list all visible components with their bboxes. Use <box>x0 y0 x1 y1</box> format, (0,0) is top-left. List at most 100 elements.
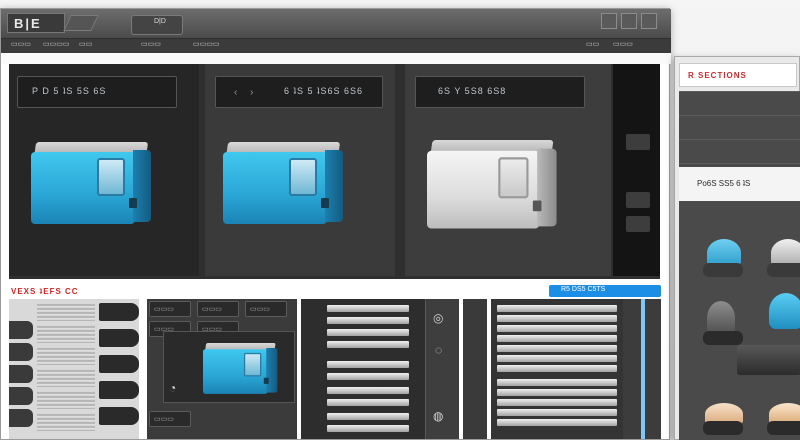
spec-list-panel: ◎ ◌ ◍ <box>301 299 459 439</box>
preview-tab-6[interactable]: ▭▭▭ <box>149 411 191 427</box>
product-label-2: 6 ʇS 5 ʇS6S 6S6 <box>284 86 364 96</box>
part-arrow-4[interactable] <box>99 381 139 399</box>
part-arrow-3[interactable] <box>99 355 139 373</box>
side-row-3[interactable] <box>679 139 800 163</box>
spec-row-9 <box>327 413 409 420</box>
part-cyan-base <box>703 263 743 277</box>
list-tab-3[interactable] <box>9 365 33 383</box>
part-row-1[interactable] <box>37 303 95 321</box>
scroll-icon[interactable]: ◍ <box>433 409 443 423</box>
part-arrow-5[interactable] <box>99 407 139 425</box>
detail-row-7 <box>497 365 617 372</box>
product-label-1: P D 5 ʇS 5S 6S <box>32 86 107 96</box>
device-button <box>263 377 269 384</box>
app-logo: B|E <box>7 13 65 33</box>
device-image-2 <box>223 142 345 224</box>
product-header-2[interactable]: ‹ › 6 ʇS 5 ʇS6S 6S6 <box>215 76 383 108</box>
part-row-6[interactable] <box>37 413 95 431</box>
spec-row-3 <box>327 329 409 336</box>
spec-row-8 <box>327 399 409 406</box>
list-tab-1[interactable] <box>9 321 33 339</box>
menu-item-1[interactable]: ▭▭▭ <box>11 40 31 48</box>
part-row-2[interactable] <box>37 325 95 343</box>
desktop: B|E D|D ▭▭▭ ▭▭▭▭ ▭▭ ▭▭▭ ▭▭▭▭ ▭▭ ▭▭▭ P D … <box>0 0 800 440</box>
device-image-1 <box>31 142 153 224</box>
product-label-3: 6S Y 5S8 6S8 <box>438 86 507 96</box>
maximize-button[interactable] <box>621 13 637 29</box>
menu-bar: ▭▭▭ ▭▭▭▭ ▭▭ ▭▭▭ ▭▭▭▭ ▭▭ ▭▭▭ <box>1 39 671 53</box>
list-tab-4[interactable] <box>9 387 33 405</box>
preview-tab-3[interactable]: ▭▭▭ <box>245 301 287 317</box>
preview-tab-label-3: ▭▭▭ <box>250 306 270 313</box>
preview-tab-2[interactable]: ▭▭▭ <box>197 301 239 317</box>
product-card-3[interactable]: 6S Y 5S8 6S8 <box>405 64 611 276</box>
detail-row-12 <box>497 419 617 426</box>
part-row-3[interactable] <box>37 347 95 365</box>
detail-scrollbar[interactable] <box>641 299 645 439</box>
spec-row-2 <box>327 317 409 324</box>
menu-item-5[interactable]: ▭▭▭▭ <box>193 40 219 48</box>
detail-row-10 <box>497 399 617 406</box>
secondary-window-title: R SECTIONS <box>688 71 747 80</box>
part-cream-base-1 <box>703 421 743 435</box>
close-button[interactable] <box>641 13 657 29</box>
device-side <box>325 150 343 222</box>
secondary-window-body: Po6S SS5 6 ʇS <box>679 91 800 440</box>
preview-panel: ▭▭▭ ▭▭▭ ▭▭▭ ▭▭▭ ▭▭▭ ▭▭▭ ◔ <box>147 299 297 439</box>
side-banner-label: Po6S SS5 6 ʇS <box>697 179 751 188</box>
spec-row-6 <box>327 373 409 380</box>
part-arrow-2[interactable] <box>99 329 139 347</box>
title-tab-label: D|D <box>154 18 166 25</box>
thumb-3[interactable] <box>626 216 650 232</box>
product-header-1[interactable]: P D 5 ʇS 5S 6S <box>17 76 177 108</box>
device-side <box>266 347 278 393</box>
menu-right-1[interactable]: ▭▭ <box>586 40 599 48</box>
product-card-2[interactable]: ‹ › 6 ʇS 5 ʇS6S 6S6 <box>205 64 395 276</box>
forward-icon[interactable]: › <box>250 87 253 98</box>
product-card-1[interactable]: P D 5 ʇS 5S 6S <box>9 64 199 276</box>
part-blue-cone[interactable] <box>769 293 800 329</box>
secondary-window: R SECTIONS Po6S SS5 6 ʇS <box>674 56 800 440</box>
device-side <box>133 150 151 222</box>
side-thumbnails <box>613 64 660 276</box>
side-row-1[interactable] <box>679 91 800 115</box>
title-tab[interactable]: D|D <box>131 15 183 35</box>
product-view: P D 5 ʇS 5S 6S ‹ › 6 ʇS 5 ʇS6S 6S6 6S Y … <box>9 64 660 279</box>
list-tab-5[interactable] <box>9 409 33 427</box>
minimize-button[interactable] <box>601 13 617 29</box>
part-grey-cone[interactable] <box>707 301 735 335</box>
part-dark-box[interactable] <box>737 345 800 375</box>
spec-row-5 <box>327 361 409 368</box>
preview-tab-1[interactable]: ▭▭▭ <box>149 301 191 317</box>
device-button <box>532 200 542 212</box>
part-row-4[interactable] <box>37 369 95 387</box>
detail-row-1 <box>497 305 617 312</box>
rotate-icon[interactable]: ◔ <box>169 381 176 395</box>
action-button[interactable]: R5 DS5 C5TS <box>549 285 661 297</box>
main-window: B|E D|D ▭▭▭ ▭▭▭▭ ▭▭ ▭▭▭ ▭▭▭▭ ▭▭ ▭▭▭ P D … <box>0 8 671 440</box>
list-tab-2[interactable] <box>9 343 33 361</box>
menu-right-2[interactable]: ▭▭▭ <box>613 40 633 48</box>
thumb-1[interactable] <box>626 134 650 150</box>
spec-row-1 <box>327 305 409 312</box>
menu-item-2[interactable]: ▭▭▭▭ <box>43 40 69 48</box>
device-slot <box>498 157 529 199</box>
product-header-3[interactable]: 6S Y 5S8 6S8 <box>415 76 585 108</box>
preview-device <box>203 343 279 394</box>
menu-item-3[interactable]: ▭▭ <box>79 40 92 48</box>
detail-row-4 <box>497 335 617 342</box>
back-icon[interactable]: ‹ <box>234 87 237 98</box>
part-row-5[interactable] <box>37 391 95 409</box>
info-icon[interactable]: ◌ <box>435 343 442 357</box>
section-title: VEXS ʇEFS CC <box>11 287 79 296</box>
device-image-3 <box>427 140 559 229</box>
side-row-2[interactable] <box>679 115 800 139</box>
device-button <box>321 198 329 208</box>
part-arrow-1[interactable] <box>99 303 139 321</box>
part-grey-base <box>703 331 743 345</box>
thumb-2[interactable] <box>626 192 650 208</box>
menu-item-4[interactable]: ▭▭▭ <box>141 40 161 48</box>
title-bar: B|E D|D <box>1 9 671 39</box>
settings-icon[interactable]: ◎ <box>433 311 443 325</box>
spec-row-10 <box>327 425 409 432</box>
